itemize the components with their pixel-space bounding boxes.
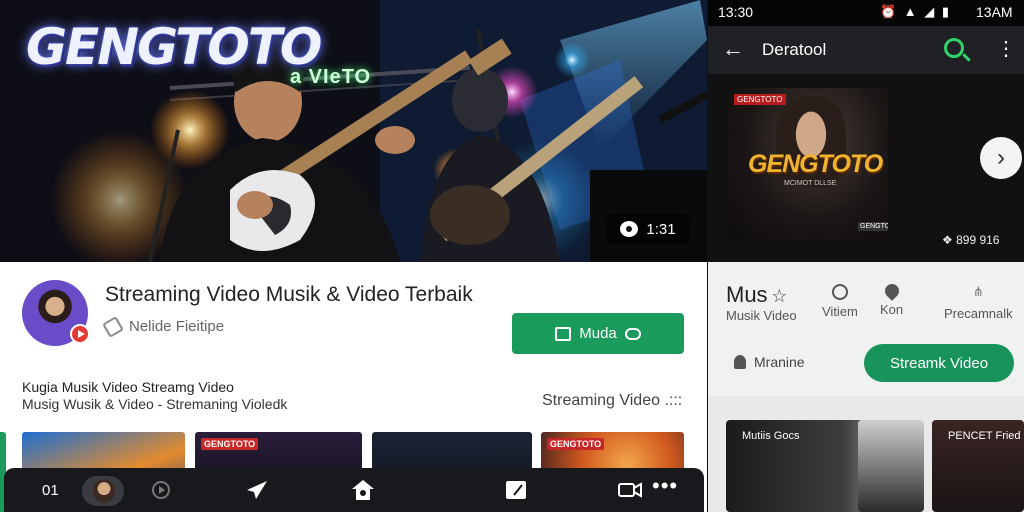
thumbnail-tag: GENGTOTO <box>201 438 259 450</box>
view-count-badge: 1:31 <box>607 214 689 244</box>
video-title: Streaming Video Musik & Video Terbaik <box>105 283 473 306</box>
stream-video-button[interactable]: Streamk Video <box>864 344 1014 382</box>
thumbnail-label: PENCET Fried <box>948 430 1021 442</box>
featured-title: GENGTOTO <box>748 150 883 178</box>
back-arrow-icon[interactable]: ← <box>722 36 744 62</box>
channel-app-screen: 13:30 ⏰ ▲ ◢ ▮ 13AM ← Deratool ⋮ GENGTOTO… <box>708 0 1024 512</box>
nav-count[interactable]: 01 <box>42 468 59 512</box>
description-right-text: Streaming Video .::: <box>542 392 683 409</box>
presenter-row[interactable]: Mranine <box>734 354 805 370</box>
subscribe-label: Muda <box>579 325 617 342</box>
edit-icon[interactable] <box>502 468 530 512</box>
video-thumbnail[interactable]: PENCET Fried <box>932 420 1024 512</box>
category-musik-title: Mus <box>726 282 768 307</box>
app-bar: ← Deratool ⋮ <box>708 26 1024 74</box>
featured-carousel: GENGTOTO GENGTOTO MCIMOT DLLSE GENGTOTO … <box>708 74 1024 262</box>
share-icon: ⋔ <box>972 284 984 299</box>
video-page: GENGTOTO a VIeTO 1:31 Streaming Video Mu… <box>0 0 707 512</box>
bottom-navigation: 01 ••• <box>4 468 704 512</box>
app-title: Deratool <box>762 40 827 59</box>
star-icon: ☆ <box>771 286 788 306</box>
more-icon[interactable]: ••• <box>652 464 678 508</box>
channel-name[interactable]: Nelide Fieitipe <box>129 318 224 335</box>
person-icon <box>734 355 746 369</box>
category-presenter-label: Precamnalk <box>944 306 1013 321</box>
location-pin-icon <box>881 281 902 301</box>
overflow-menu-icon[interactable]: ⋮ <box>996 36 1016 61</box>
thumbnail-tag: GENGTOTO <box>547 438 605 450</box>
status-icons: ⏰ ▲ ◢ ▮ <box>880 4 952 19</box>
status-time: 13:30 <box>718 4 754 20</box>
nav-profile-avatar[interactable] <box>82 476 124 506</box>
search-icon[interactable] <box>944 38 964 58</box>
attachment-icon <box>102 315 124 338</box>
category-kon[interactable]: Kon <box>880 281 904 317</box>
channel-name-row: Nelide Fieitipe <box>102 315 224 338</box>
subscribe-button[interactable]: Muda <box>512 313 684 354</box>
category-panel: Mus ☆ Musik Video Vitiem Kon ⋔ Precamnal… <box>708 262 1024 396</box>
search-icon <box>831 284 848 300</box>
stage-neon-sign: a VIeTO <box>290 66 372 88</box>
category-musik[interactable]: Mus ☆ Musik Video <box>726 282 797 323</box>
subscribe-icon <box>555 326 572 341</box>
featured-subtitle: MCIMOT DLLSE <box>784 180 837 187</box>
status-clock: 13AM <box>976 4 1013 20</box>
video-camera-icon[interactable] <box>616 468 644 512</box>
category-vitem-label: Vitiem <box>822 304 858 319</box>
bottom-thumbnails: Mutiis Gocs PENCET Fried <box>708 396 1024 512</box>
category-kon-label: Kon <box>880 302 904 317</box>
view-count: 1:31 <box>646 220 676 238</box>
description-line-2: Musig Wusik & Video - Stremaning Violedk <box>22 396 288 412</box>
send-icon[interactable] <box>244 468 270 512</box>
description-line-1: Kugia Musik Video Streamg Video <box>22 379 234 395</box>
category-musik-sub: Musik Video <box>726 308 797 323</box>
comment-icon <box>620 221 639 237</box>
category-presenter[interactable]: ⋔ Precamnalk <box>944 284 1013 321</box>
featured-corner-tag: GENGTOTO <box>858 222 888 231</box>
channel-avatar[interactable] <box>22 280 90 346</box>
thumbnail-label: Mutiis Gocs <box>742 430 800 442</box>
featured-tag: GENGTOTO <box>734 94 786 105</box>
link-icon <box>624 327 641 340</box>
home-icon[interactable] <box>348 468 378 512</box>
play-badge-icon <box>70 324 90 344</box>
category-vitem[interactable]: Vitiem <box>822 284 858 319</box>
featured-video-card[interactable]: GENGTOTO GENGTOTO MCIMOT DLLSE GENGTOTO <box>728 88 888 240</box>
carousel-next-button[interactable]: › <box>980 137 1022 179</box>
video-thumbnail[interactable] <box>858 420 924 512</box>
presenter-label: Mranine <box>754 354 805 370</box>
video-player-hero[interactable]: GENGTOTO a VIeTO 1:31 <box>0 0 707 262</box>
status-bar: 13:30 ⏰ ▲ ◢ ▮ 13AM <box>708 0 1024 26</box>
play-circle-icon[interactable] <box>152 481 170 499</box>
brand-logo: GENGTOTO <box>26 18 322 76</box>
featured-count: ❖ 899 916 <box>942 233 1000 247</box>
